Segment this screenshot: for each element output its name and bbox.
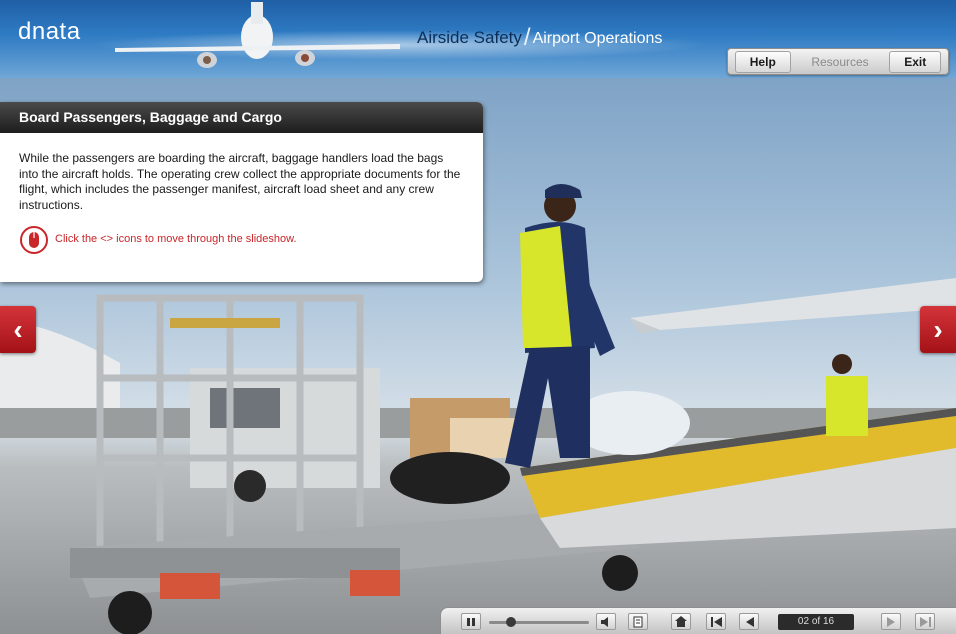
slideshow-hint: Click the <> icons to move through the s… bbox=[19, 225, 463, 255]
pause-icon bbox=[467, 617, 475, 626]
seek-track[interactable] bbox=[489, 621, 589, 624]
panel-description: While the passengers are boarding the ai… bbox=[19, 151, 461, 212]
panel-title: Board Passengers, Baggage and Cargo bbox=[0, 102, 483, 133]
exit-button[interactable]: Exit bbox=[889, 50, 942, 73]
seek-handle[interactable] bbox=[506, 617, 516, 627]
pause-button[interactable] bbox=[461, 613, 481, 630]
course-subtitle: Airport Operations bbox=[532, 30, 663, 47]
play-forward-icon bbox=[886, 616, 895, 627]
info-panel: Board Passengers, Baggage and Cargo Whil… bbox=[0, 102, 483, 282]
dnata-logo: dnata bbox=[18, 18, 81, 45]
previous-slide-button[interactable]: ‹ bbox=[0, 306, 36, 353]
first-slide-button[interactable] bbox=[706, 613, 726, 630]
player-controls: 02 of 16 bbox=[440, 607, 956, 634]
next-slide-button[interactable]: › bbox=[920, 306, 956, 353]
app-title: Airside Safety/Airport Operations bbox=[417, 22, 663, 51]
top-toolbar: Help Resources Exit bbox=[727, 48, 949, 75]
mouse-icon bbox=[20, 226, 48, 254]
skip-forward-icon bbox=[919, 616, 931, 627]
play-back-icon bbox=[745, 616, 754, 627]
title-separator: / bbox=[523, 24, 531, 51]
home-button[interactable] bbox=[671, 613, 691, 630]
chevron-right-icon: › bbox=[933, 313, 943, 345]
last-slide-button[interactable] bbox=[915, 613, 935, 630]
previous-button[interactable] bbox=[739, 613, 759, 630]
panel-body: While the passengers are boarding the ai… bbox=[0, 133, 483, 255]
notes-button[interactable] bbox=[628, 613, 648, 630]
chevron-left-icon: ‹ bbox=[13, 313, 23, 345]
home-icon bbox=[675, 616, 687, 627]
slide-counter: 02 of 16 bbox=[778, 614, 854, 630]
document-icon bbox=[633, 616, 643, 627]
resources-button[interactable]: Resources bbox=[796, 51, 883, 73]
help-button[interactable]: Help bbox=[734, 50, 791, 73]
skip-back-icon bbox=[710, 616, 722, 627]
course-title: Airside Safety bbox=[417, 28, 522, 47]
next-button[interactable] bbox=[881, 613, 901, 630]
airplane-icon bbox=[115, 2, 400, 68]
hint-text: Click the <> icons to move through the s… bbox=[55, 233, 297, 246]
volume-button[interactable] bbox=[596, 613, 616, 630]
speaker-icon bbox=[601, 616, 608, 627]
